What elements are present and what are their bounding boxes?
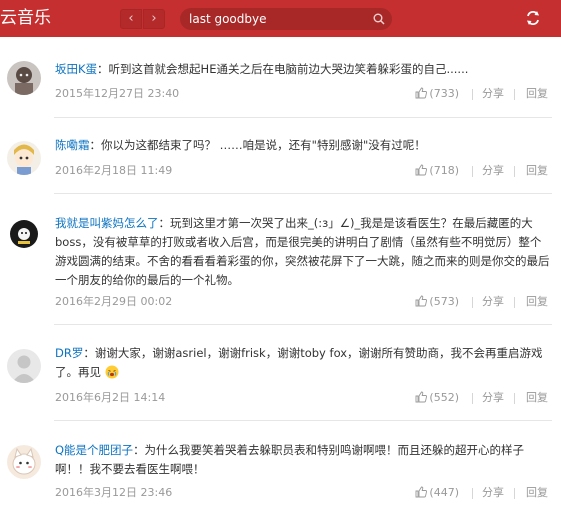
divider: [472, 393, 473, 404]
divider: [472, 488, 473, 499]
comment-divider: [54, 193, 552, 194]
comment-meta: 2016年6月2日 14:14 (552) 分享 回复: [55, 390, 551, 406]
comment-text: ：听到这首就会想起HE通关之后在电脑前边大哭边笑着躲彩蛋的自己......: [97, 62, 469, 76]
comment-username[interactable]: DR罗: [55, 346, 83, 360]
divider: [514, 488, 515, 499]
comment-time: 2016年2月29日 00:02: [55, 295, 173, 308]
comment-text: ：谢谢大家，谢谢asriel，谢谢frisk，谢谢toby fox，谢谢所有赞助…: [55, 346, 543, 379]
app-logo[interactable]: 云音乐: [0, 7, 51, 29]
thumb-up-icon: [415, 391, 428, 403]
comment-username[interactable]: 陈嘞霜: [55, 138, 90, 152]
thumb-up-icon: [415, 87, 428, 99]
back-button[interactable]: ‹: [120, 9, 142, 29]
reply-button[interactable]: 回复: [526, 86, 548, 102]
like-count: (718): [429, 164, 459, 177]
divider: [472, 89, 473, 100]
share-button[interactable]: 分享: [482, 86, 504, 102]
share-button[interactable]: 分享: [482, 390, 504, 406]
search-icon[interactable]: [373, 13, 385, 25]
reply-button[interactable]: 回复: [526, 485, 548, 501]
comment-content: Q能是个肥团子：为什么我要笑着哭着去躲职员表和特别鸣谢啊喂！而且还躲的超开心的样…: [55, 441, 551, 479]
comment-content: 坂田K蛋：听到这首就会想起HE通关之后在电脑前边大哭边笑着躲彩蛋的自己.....…: [55, 60, 551, 79]
comment-divider: [54, 420, 552, 421]
refresh-icon[interactable]: [524, 9, 542, 27]
avatar[interactable]: [7, 217, 41, 251]
avatar-image: [7, 141, 41, 175]
like-count: (573): [429, 295, 459, 308]
comment-content: DR罗：谢谢大家，谢谢asriel，谢谢frisk，谢谢toby fox，谢谢所…: [55, 344, 551, 382]
like-count: (447): [429, 486, 459, 499]
avatar[interactable]: [7, 61, 41, 95]
comment-time: 2016年3月12日 23:46: [55, 486, 173, 499]
thumb-up-icon: [415, 295, 428, 307]
search-box[interactable]: last goodbye: [180, 8, 392, 30]
comment-meta: 2016年2月29日 00:02 (573) 分享 回复: [55, 294, 551, 310]
comment-divider: [54, 324, 552, 325]
comment-meta: 2015年12月27日 23:40 (733) 分享 回复: [55, 86, 551, 102]
avatar[interactable]: [7, 349, 41, 383]
avatar-image: [7, 217, 41, 251]
comment-content: 我就是叫紫妈怎么了：玩到这里才第一次哭了出来_(:з」∠)_我是是该看医生？在最…: [55, 214, 551, 290]
divider: [514, 393, 515, 404]
avatar-image: [7, 61, 41, 95]
reply-button[interactable]: 回复: [526, 390, 548, 406]
avatar[interactable]: [7, 141, 41, 175]
comment-time: 2016年2月18日 11:49: [55, 164, 173, 177]
like-button[interactable]: (718): [415, 163, 459, 179]
avatar[interactable]: [7, 445, 41, 479]
divider: [514, 297, 515, 308]
comment-meta: 2016年2月18日 11:49 (718) 分享 回复: [55, 163, 551, 179]
like-button[interactable]: (447): [415, 485, 459, 501]
comment-time: 2016年6月2日 14:14: [55, 391, 166, 404]
search-input[interactable]: last goodbye: [189, 8, 266, 30]
crying-emoji-icon: [105, 365, 119, 379]
comment-username[interactable]: Q能是个肥团子: [55, 443, 133, 457]
comment-username[interactable]: 我就是叫紫妈怎么了: [55, 216, 159, 230]
reply-button[interactable]: 回复: [526, 163, 548, 179]
comment-divider: [54, 117, 552, 118]
comment-text: ：你以为这都结束了吗？ ……咱是说，还有"特别感谢"没有过呢！: [89, 138, 426, 152]
thumb-up-icon: [415, 486, 428, 498]
comment-content: 陈嘞霜：你以为这都结束了吗？ ……咱是说，还有"特别感谢"没有过呢！: [55, 136, 551, 155]
title-bar: 云音乐 ‹ › last goodbye: [0, 0, 561, 37]
share-button[interactable]: 分享: [482, 163, 504, 179]
divider: [514, 166, 515, 177]
divider: [472, 297, 473, 308]
avatar-image: [7, 349, 41, 383]
like-count: (733): [429, 87, 459, 100]
thumb-up-icon: [415, 164, 428, 176]
comment-time: 2015年12月27日 23:40: [55, 87, 180, 100]
like-button[interactable]: (573): [415, 294, 459, 310]
like-count: (552): [429, 391, 459, 404]
forward-button[interactable]: ›: [143, 9, 165, 29]
share-button[interactable]: 分享: [482, 485, 504, 501]
divider: [514, 89, 515, 100]
like-button[interactable]: (552): [415, 390, 459, 406]
share-button[interactable]: 分享: [482, 294, 504, 310]
avatar-image: [7, 445, 41, 479]
comment-username[interactable]: 坂田K蛋: [55, 62, 97, 76]
reply-button[interactable]: 回复: [526, 294, 548, 310]
like-button[interactable]: (733): [415, 86, 459, 102]
comment-meta: 2016年3月12日 23:46 (447) 分享 回复: [55, 485, 551, 501]
divider: [472, 166, 473, 177]
